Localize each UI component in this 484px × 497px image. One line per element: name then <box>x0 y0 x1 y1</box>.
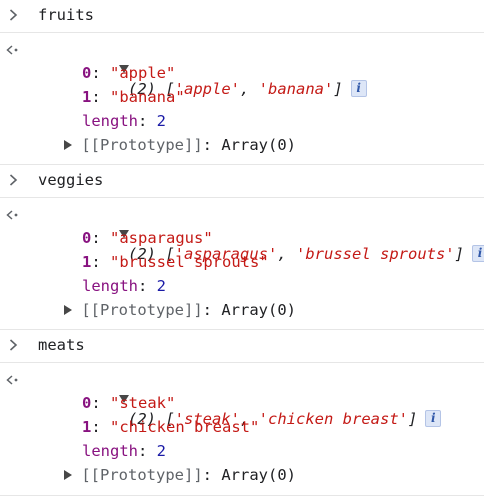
entry-value: "brussel sprouts" <box>110 253 269 271</box>
console-input-row[interactable]: fruits <box>0 0 484 33</box>
array-entry-0: 0: "apple" <box>82 64 176 82</box>
prototype-key: [[Prototype]] <box>81 301 203 319</box>
prototype-key: [[Prototype]] <box>81 466 203 484</box>
entry-value: "apple" <box>110 64 176 82</box>
length-value: 2 <box>156 277 167 295</box>
info-icon[interactable]: i <box>471 244 484 262</box>
prototype-row[interactable]: [[Prototype]]: Array(0) <box>64 135 296 155</box>
array-length: length: 2 <box>82 277 167 295</box>
index-key: 0 <box>82 394 92 412</box>
array-summary[interactable]: (2) ['asparagus', 'brussel sprouts'] i <box>44 204 484 263</box>
console-input-text: veggies <box>38 171 104 189</box>
array-item: 'chicken breast' <box>258 410 408 428</box>
console-entry-veggies: veggies (2) ['asparagus', 'brussel sprou… <box>0 165 484 330</box>
index-key: 1 <box>82 88 92 106</box>
chevron-right-icon <box>6 337 20 353</box>
length-key: length <box>82 442 138 460</box>
array-summary[interactable]: (2) ['steak', 'chicken breast'] i <box>44 369 442 428</box>
index-key: 1 <box>82 418 92 436</box>
array-length: length: 2 <box>82 442 167 460</box>
chevron-right-icon <box>6 172 20 188</box>
info-icon[interactable]: i <box>350 79 367 97</box>
index-key: 0 <box>82 229 92 247</box>
console-output-block: (2) ['asparagus', 'brussel sprouts'] i 0:… <box>0 198 484 330</box>
prototype-value: Array(0) <box>221 136 296 154</box>
array-item: 'brussel sprouts' <box>296 245 455 263</box>
prototype-row[interactable]: [[Prototype]]: Array(0) <box>64 300 296 320</box>
length-key: length <box>82 112 138 130</box>
return-arrow-icon <box>3 41 23 59</box>
length-value: 2 <box>156 112 167 130</box>
length-value: 2 <box>156 442 167 460</box>
console-input-text: meats <box>38 336 85 354</box>
length-key: length <box>82 277 138 295</box>
console-entry-meats: meats (2) ['steak', 'chicken breast'] i 0… <box>0 330 484 496</box>
prototype-key: [[Prototype]] <box>81 136 203 154</box>
console-input-text: fruits <box>38 6 94 24</box>
return-arrow-icon <box>3 206 23 224</box>
devtools-console: fruits (2) ['apple', 'banana'] i 0: "appl… <box>0 0 484 497</box>
index-key: 1 <box>82 253 92 271</box>
array-entry-0: 0: "asparagus" <box>82 229 213 247</box>
prototype-value: Array(0) <box>221 466 296 484</box>
console-input-row[interactable]: veggies <box>0 165 484 198</box>
array-item: 'banana' <box>258 80 334 98</box>
array-entry-1: 1: "banana" <box>82 88 185 106</box>
console-output-block: (2) ['steak', 'chicken breast'] i 0: "ste… <box>0 363 484 496</box>
entry-value: "banana" <box>110 88 185 106</box>
console-input-row[interactable]: meats <box>0 330 484 363</box>
index-key: 0 <box>82 64 92 82</box>
chevron-right-icon <box>6 7 20 23</box>
prototype-value: Array(0) <box>221 301 296 319</box>
info-icon[interactable]: i <box>425 409 442 427</box>
array-length: length: 2 <box>82 112 167 130</box>
array-entry-1: 1: "brussel sprouts" <box>82 253 269 271</box>
console-output-block: (2) ['apple', 'banana'] i 0: "apple" 1: "… <box>0 33 484 165</box>
triangle-right-icon[interactable] <box>64 139 72 150</box>
triangle-right-icon[interactable] <box>64 304 72 315</box>
array-entry-1: 1: "chicken breast" <box>82 418 260 436</box>
triangle-right-icon[interactable] <box>64 469 72 480</box>
console-entry-fruits: fruits (2) ['apple', 'banana'] i 0: "appl… <box>0 0 484 165</box>
array-entry-0: 0: "steak" <box>82 394 176 412</box>
array-summary[interactable]: (2) ['apple', 'banana'] i <box>44 39 367 98</box>
return-arrow-icon <box>3 371 23 389</box>
entry-value: "asparagus" <box>110 229 213 247</box>
entry-value: "steak" <box>110 394 176 412</box>
prototype-row[interactable]: [[Prototype]]: Array(0) <box>64 465 296 485</box>
entry-value: "chicken breast" <box>110 418 260 436</box>
